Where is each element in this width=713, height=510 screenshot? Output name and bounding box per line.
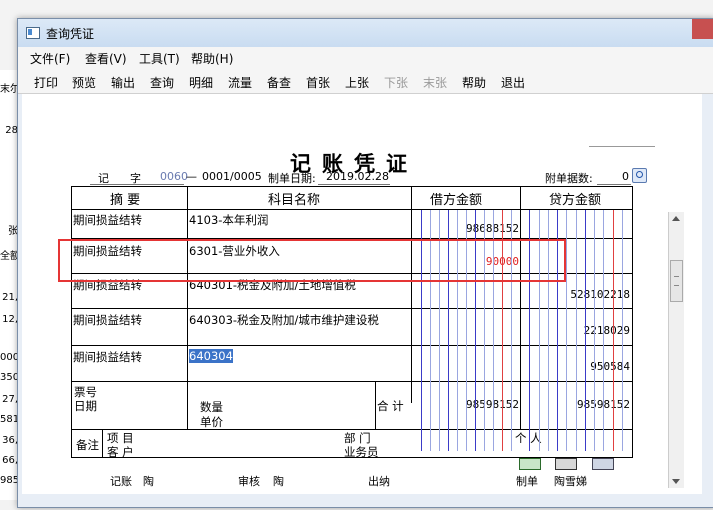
row-account-selected[interactable]: 640304	[189, 349, 233, 363]
bg-cell: 21,	[2, 292, 18, 303]
row-summary[interactable]: 期间损益结转	[73, 312, 142, 328]
next-button[interactable]: 下张	[384, 74, 408, 91]
help-button[interactable]: 帮助	[462, 74, 486, 91]
amount-grid-line	[584, 210, 586, 451]
row-summary[interactable]: 期间损益结转	[73, 212, 142, 228]
title-underline	[589, 146, 655, 147]
card-icon[interactable]	[555, 458, 577, 470]
memo-button[interactable]: 备查	[267, 74, 291, 91]
bg-cell: 张	[8, 226, 18, 237]
col-divider	[375, 381, 376, 429]
voucher-document: 记账凭证 记 字 0060 — 0001/0005 制单日期: 2019.02.…	[22, 94, 702, 494]
date-underline	[318, 184, 390, 185]
bg-cell: 27,	[2, 394, 18, 405]
amount-grid-line	[612, 210, 614, 451]
menu-bar: 文件(F) 查看(V) 工具(T) 帮助(H)	[18, 47, 713, 67]
attachments-count[interactable]: 0	[622, 170, 629, 183]
window-title: 查询凭证	[46, 27, 95, 41]
export-button[interactable]: 输出	[111, 74, 135, 91]
maker-label: 制单	[516, 475, 538, 488]
total-label: 合 计	[377, 399, 404, 413]
amount-grid-line	[575, 210, 577, 451]
bg-cell: 66,	[2, 455, 18, 466]
voucher-prefix[interactable]: 0060	[160, 170, 188, 183]
menu-help[interactable]: 帮助(H)	[191, 50, 233, 67]
detail-button[interactable]: 明细	[189, 74, 213, 91]
bg-cell: 581,	[0, 414, 18, 425]
bg-cell: 末尔	[0, 84, 18, 95]
salesman-label: 业务员	[344, 445, 379, 459]
customer-label: 客 户	[107, 445, 134, 459]
row-summary[interactable]: 期间损益结转	[73, 349, 142, 365]
bg-cell: 36,	[2, 435, 18, 446]
memo-icon[interactable]	[519, 458, 541, 470]
type-underline	[90, 184, 184, 185]
bg-cell: 350,	[0, 372, 18, 383]
bookkeeper-label: 记账	[110, 475, 132, 488]
header-debit: 借方金额	[430, 193, 483, 208]
prev-button[interactable]: 上张	[345, 74, 369, 91]
search-icon[interactable]	[632, 168, 647, 183]
amount-grid-line	[594, 210, 595, 451]
date-footer-label: 日期	[74, 399, 97, 413]
qty-label: 数量	[200, 400, 223, 414]
voucher-date[interactable]: 2019.02.28	[326, 170, 389, 183]
query-button[interactable]: 查询	[150, 74, 174, 91]
row-account[interactable]: 4103-本年利润	[189, 212, 268, 228]
highlight-box	[58, 239, 566, 282]
vertical-scrollbar[interactable]	[668, 212, 684, 488]
col-divider	[102, 429, 103, 457]
first-button[interactable]: 首张	[306, 74, 330, 91]
date-label: 制单日期:	[268, 172, 316, 185]
bg-cell: 12,	[2, 314, 18, 325]
toolbar: 打印 预览 输出 查询 明细 流量 备查 首张 上张 下张 末张 帮助 退出	[18, 67, 713, 94]
amount-grid-line	[566, 210, 568, 451]
header-account: 科目名称	[268, 193, 321, 208]
title-bar[interactable]: 查询凭证	[18, 19, 713, 47]
row-account[interactable]: 640303-税金及附加/城市维护建设税	[189, 312, 379, 328]
close-button[interactable]	[692, 19, 713, 39]
print-button[interactable]: 打印	[34, 74, 58, 91]
amount-grid-line	[603, 210, 605, 451]
attachments-underline	[597, 184, 631, 185]
col-divider	[411, 187, 412, 403]
voucher-number: 0001/0005	[202, 170, 262, 183]
flow-button[interactable]: 流量	[228, 74, 252, 91]
scroll-up-icon[interactable]	[672, 216, 680, 221]
bg-cell: 985,	[0, 475, 18, 486]
scroll-thumb[interactable]	[670, 260, 683, 302]
scroll-down-icon[interactable]	[672, 479, 680, 484]
attachments-label: 附单据数:	[545, 172, 593, 185]
amount-grid-line	[621, 210, 623, 451]
bg-cell: 28	[5, 125, 18, 136]
bg-cell: 000,	[0, 352, 18, 363]
bg-cell: 全额	[0, 251, 18, 262]
exit-button[interactable]: 退出	[501, 74, 525, 91]
bookkeeper-name: 陶	[143, 475, 154, 488]
menu-view[interactable]: 查看(V)	[85, 50, 127, 67]
window-icon	[26, 27, 40, 39]
maker-name: 陶雪娣	[554, 475, 587, 488]
number-dash: —	[186, 170, 197, 183]
menu-file[interactable]: 文件(F)	[30, 50, 70, 67]
header-credit: 贷方金额	[549, 193, 602, 208]
cashier-label: 出纳	[368, 475, 390, 488]
menu-tools[interactable]: 工具(T)	[139, 50, 180, 67]
tools-icon[interactable]	[592, 458, 614, 470]
reviewer-name: 陶	[273, 475, 284, 488]
price-label: 单价	[200, 415, 223, 429]
header-summary: 摘 要	[110, 193, 141, 208]
query-voucher-window: 查询凭证 文件(F) 查看(V) 工具(T) 帮助(H) 打印 预览 输出 查询…	[17, 18, 713, 508]
last-button[interactable]: 末张	[423, 74, 447, 91]
preview-button[interactable]: 预览	[72, 74, 96, 91]
remark-label: 备注	[76, 438, 99, 452]
reviewer-label: 审核	[238, 475, 260, 488]
